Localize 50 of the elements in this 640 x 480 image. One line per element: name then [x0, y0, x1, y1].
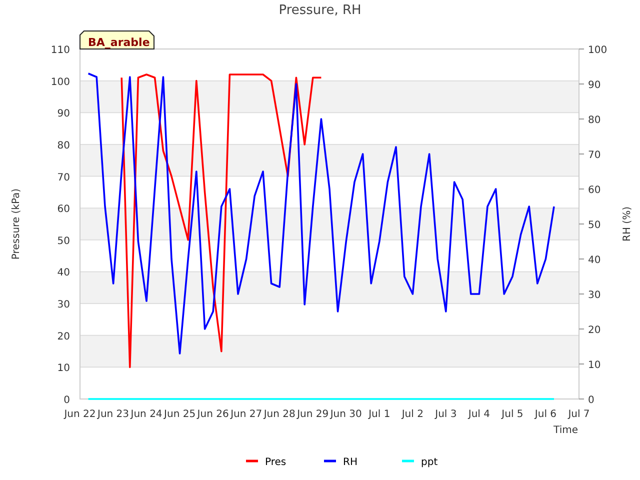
tick-label: 70 — [588, 150, 601, 161]
tick-label: 100 — [50, 76, 70, 88]
y-axis-label: Pressure (kPa) — [11, 188, 22, 260]
tick-label: Jul 7 — [568, 409, 590, 420]
legend-label: ppt — [421, 457, 438, 468]
tick-label: Jul 1 — [368, 409, 390, 420]
tick-label: 0 — [588, 395, 594, 406]
tick-label: 40 — [588, 255, 601, 266]
tick-label: 70 — [57, 172, 70, 184]
tick-label: 30 — [588, 290, 601, 301]
tick-label: Jun 30 — [330, 409, 362, 420]
tick-label: 20 — [57, 331, 70, 342]
tick-label: Jun 23 — [98, 409, 130, 420]
tick-label: 50 — [588, 220, 601, 231]
tick-label: 0 — [64, 395, 70, 406]
tick-label: 90 — [57, 108, 70, 120]
tick-label: Jul 3 — [435, 409, 457, 420]
tick-label: 30 — [57, 300, 70, 311]
legend-label: RH — [343, 457, 358, 468]
tick-label: 40 — [57, 268, 70, 279]
tick-label: 110 — [50, 45, 70, 56]
tick-label: 60 — [57, 204, 70, 216]
tick-label: 10 — [588, 360, 601, 371]
site-label: BA_arable — [80, 30, 154, 50]
tick-label: 80 — [588, 115, 601, 126]
tick-label: 60 — [588, 185, 601, 196]
tick-label: Jun 24 — [130, 409, 162, 420]
legend-swatch — [246, 460, 258, 462]
tick-label: Jul 5 — [502, 409, 524, 420]
tick-label: Jun 22 — [64, 409, 96, 420]
tick-label: Jun 28 — [264, 409, 296, 420]
tick-label: Jul 6 — [534, 409, 557, 420]
tick-label: 10 — [57, 363, 70, 374]
x-axis-label: Time — [554, 425, 578, 436]
tick-label: Jun 26 — [197, 409, 229, 420]
tick-label: 80 — [57, 140, 70, 152]
tick-label: 20 — [588, 325, 601, 336]
legend-label: Pres — [265, 457, 286, 468]
tick-label: 90 — [588, 80, 601, 91]
legend-swatch — [324, 460, 336, 462]
tick-label: Jul 2 — [402, 409, 424, 420]
tick-label: Jun 25 — [164, 409, 196, 420]
chart-title: Pressure, RH — [278, 3, 362, 18]
tick-label: Jun 29 — [297, 409, 329, 420]
legend-swatch — [402, 460, 414, 462]
tick-label: Jul 4 — [468, 409, 490, 420]
tick-label: 50 — [57, 236, 70, 247]
tick-label: Jun 27 — [230, 409, 262, 420]
tick-label: 100 — [588, 45, 608, 56]
y-axis-label: RH (%) — [622, 206, 633, 242]
